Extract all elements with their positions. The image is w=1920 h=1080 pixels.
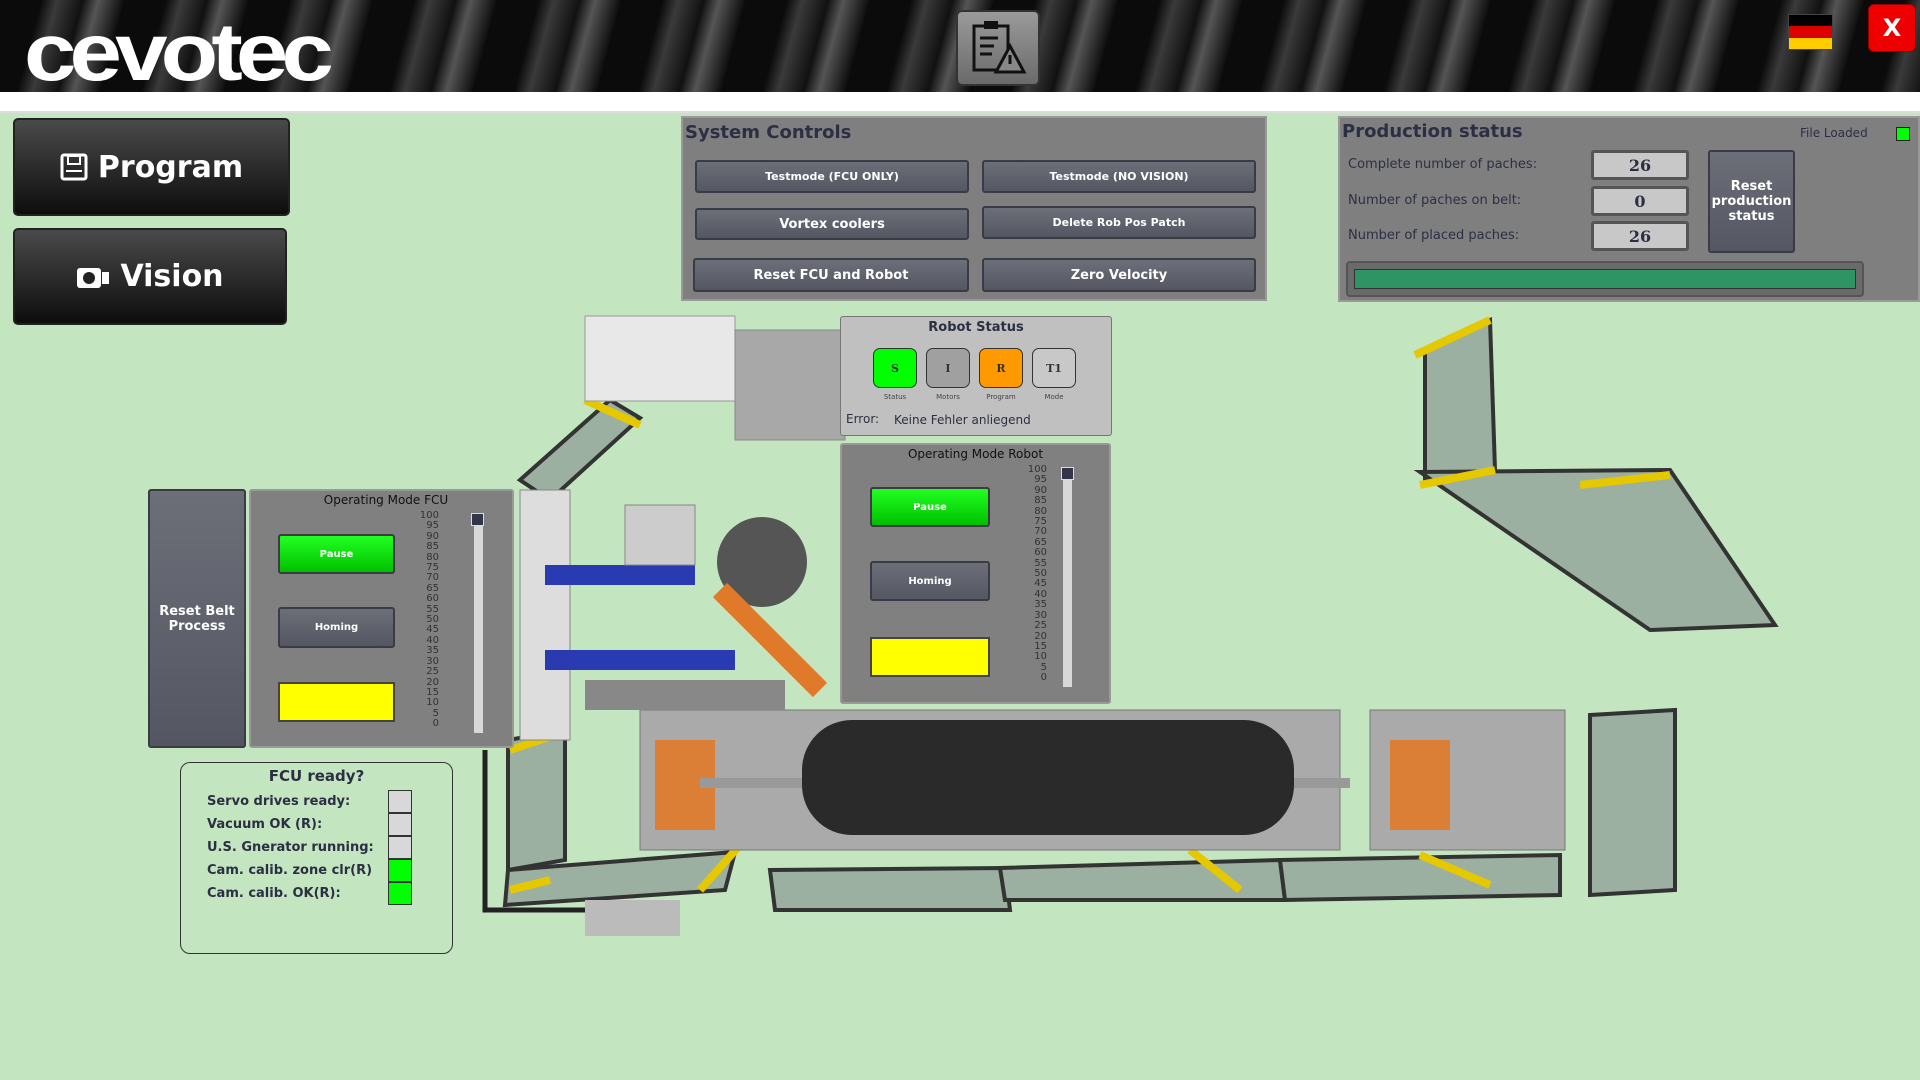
fcu-ready-item-label: U.S. Gnerator running: bbox=[207, 840, 374, 855]
operating-mode-robot-title: Operating Mode Robot bbox=[907, 447, 1044, 461]
robot-homing-button[interactable]: Homing bbox=[870, 561, 990, 601]
clipboard-warning-icon bbox=[972, 21, 1027, 74]
system-controls-title: System Controls bbox=[685, 122, 852, 143]
reset-fcu-and-robot-button[interactable]: Reset FCU and Robot bbox=[693, 258, 969, 292]
robot-status-yellow-indicator bbox=[870, 637, 990, 677]
belt-lower bbox=[545, 650, 735, 670]
complete-paches-value: 26 bbox=[1591, 150, 1689, 180]
robot-pause-button[interactable]: Pause bbox=[870, 487, 990, 527]
robot-indicator-status: S bbox=[873, 348, 917, 388]
error-text: Keine Fehler anliegend bbox=[894, 413, 1031, 427]
fcu-ready-item-label: Cam. calib. zone clr(R) bbox=[207, 863, 373, 878]
fcu-homing-button[interactable]: Homing bbox=[278, 607, 395, 648]
robot-speed-slider[interactable] bbox=[1061, 467, 1074, 687]
scale-tick-label: 25 bbox=[1034, 620, 1047, 632]
placed-paches-label: Number of placed paches: bbox=[1348, 228, 1520, 243]
fcu-ready-item-indicator bbox=[388, 882, 412, 905]
robot-indicator-program: R bbox=[979, 348, 1023, 388]
fcu-ready-item-indicator bbox=[388, 813, 412, 836]
clipboard-warning-button[interactable] bbox=[956, 10, 1040, 86]
fcu-status-yellow-indicator bbox=[278, 682, 395, 722]
reset-production-status-button[interactable]: Reset production status bbox=[1708, 150, 1795, 253]
fcu-speed-slider[interactable] bbox=[471, 513, 484, 733]
testmode-fcu-only-button[interactable]: Testmode (FCU ONLY) bbox=[695, 160, 969, 193]
mandrel-cylinder bbox=[802, 720, 1294, 835]
placed-paches-value: 26 bbox=[1591, 221, 1689, 251]
production-progress-bar bbox=[1346, 261, 1864, 297]
delete-rob-pos-patch-button[interactable]: Delete Rob Pos Patch bbox=[982, 206, 1256, 239]
fcu-column bbox=[519, 489, 571, 741]
fcu-pause-button[interactable]: Pause bbox=[278, 534, 395, 574]
fcu-ready-item-indicator bbox=[388, 836, 412, 859]
camera-icon bbox=[77, 267, 110, 288]
fcu-ready-panel: FCU ready? Servo drives ready: Vacuum OK … bbox=[180, 762, 453, 954]
robot-indicator-motors: I bbox=[926, 348, 970, 388]
fcu-ready-item-indicator bbox=[388, 790, 412, 813]
vortex-coolers-button[interactable]: Vortex coolers bbox=[695, 208, 969, 240]
cevotec-logo: cevotec bbox=[24, 7, 334, 98]
cooler-unit bbox=[584, 315, 736, 402]
reset-belt-process-button[interactable]: Reset Belt Process bbox=[148, 489, 246, 748]
paches-on-belt-value: 0 bbox=[1591, 186, 1689, 216]
fcu-ready-item-label: Servo drives ready: bbox=[207, 794, 351, 809]
testmode-no-vision-button[interactable]: Testmode (NO VISION) bbox=[982, 160, 1256, 193]
robot-status-title: Robot Status bbox=[928, 320, 1024, 335]
production-progress-fill bbox=[1354, 269, 1856, 289]
paches-on-belt-label: Number of paches on belt: bbox=[1348, 193, 1522, 208]
close-button[interactable]: X bbox=[1868, 4, 1916, 52]
scale-tick-label: 0 bbox=[1040, 672, 1047, 684]
operating-mode-fcu-title: Operating Mode FCU bbox=[323, 493, 449, 507]
fcu-ready-item-indicator bbox=[388, 859, 412, 882]
robot-speed-slider-thumb[interactable] bbox=[1061, 467, 1074, 480]
production-status-panel: Production status File Loaded Complete n… bbox=[1338, 116, 1920, 302]
robot-indicator-label: Status bbox=[883, 393, 907, 401]
program-label: Program bbox=[97, 149, 244, 185]
duct bbox=[734, 329, 846, 441]
system-controls-panel: System Controls Testmode (FCU ONLY) Test… bbox=[681, 116, 1267, 301]
fcu-speed-slider-thumb[interactable] bbox=[471, 513, 484, 526]
fcu-speed-scale: 100 95 90 85 80 75 70 65 60 55 50 45 40 35 30 25 20 15 10 5… bbox=[409, 510, 439, 730]
zero-velocity-button[interactable]: Zero Velocity bbox=[982, 258, 1256, 292]
error-label: Error: bbox=[846, 412, 880, 426]
fcu-ready-title: FCU ready? bbox=[268, 767, 365, 785]
complete-paches-label: Complete number of paches: bbox=[1348, 157, 1538, 172]
language-flag-germany[interactable] bbox=[1788, 14, 1833, 50]
file-loaded-indicator bbox=[1896, 127, 1910, 141]
robot-indicator-label: Motors bbox=[936, 393, 960, 401]
operating-mode-robot-panel: Operating Mode Robot Pause Homing 100 95 9… bbox=[840, 443, 1111, 704]
robot-indicator-label: Program bbox=[986, 393, 1016, 401]
vision-label: Vision bbox=[120, 259, 224, 294]
robot-indicator-mode: T1 bbox=[1032, 348, 1076, 388]
belt-upper bbox=[545, 565, 695, 585]
production-status-title: Production status bbox=[1342, 121, 1523, 142]
file-loaded-label: File Loaded bbox=[1800, 126, 1868, 140]
program-button[interactable]: Program bbox=[13, 118, 290, 216]
save-icon bbox=[60, 153, 88, 181]
fcu-ready-item-label: Cam. calib. OK(R): bbox=[207, 886, 341, 901]
operating-mode-fcu-panel: Operating Mode FCU Pause Homing 100 95 90 8… bbox=[249, 489, 514, 748]
scale-tick-label: 0 bbox=[432, 718, 439, 730]
robot-speed-scale: 100 95 90 85 80 75 70 65 60 55 50 45 40 35 30 25 20 15 10 5… bbox=[1017, 464, 1047, 684]
fcu-ready-item-label: Vacuum OK (R): bbox=[207, 817, 323, 832]
robot-status-panel: Robot Status S Status I Motors R Program T1 Mod… bbox=[840, 316, 1112, 436]
robot-indicator-label: Mode bbox=[1044, 393, 1064, 401]
scale-tick-label: 25 bbox=[426, 666, 439, 678]
